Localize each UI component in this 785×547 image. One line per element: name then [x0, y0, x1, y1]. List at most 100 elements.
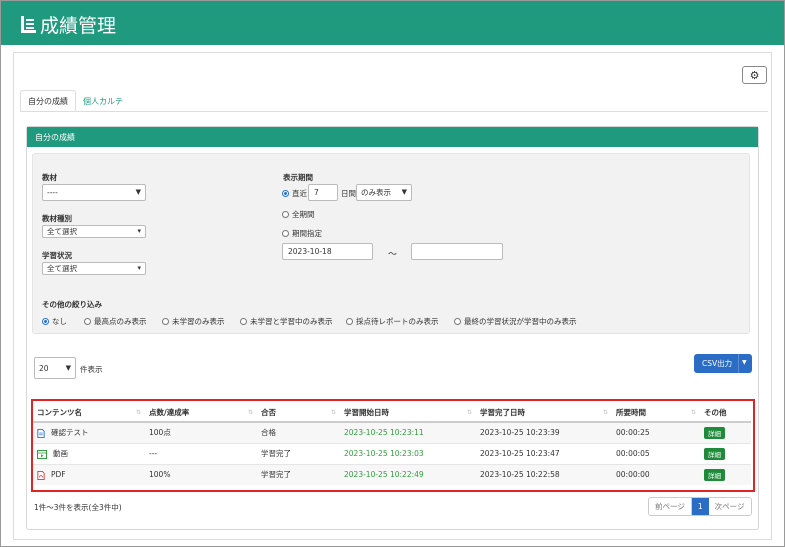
sort-icon: ⇅: [602, 409, 608, 416]
next-page-button[interactable]: 次ページ: [708, 498, 751, 515]
prev-page-button[interactable]: 前ページ: [649, 498, 692, 515]
column-header[interactable]: 点数/達成率 ⇅: [145, 404, 257, 423]
sort-icon: ⇅: [466, 409, 472, 416]
settings-button[interactable]: ⚙: [742, 66, 767, 84]
column-header: その他: [700, 404, 751, 423]
range-tilde: ～: [388, 250, 398, 260]
radio-unselected-icon: [240, 318, 247, 325]
score-cell: ---: [145, 442, 257, 464]
csv-export-button[interactable]: CSV出力 ▼: [694, 354, 752, 373]
study-status-select-value: 全て選択: [47, 264, 77, 273]
result-cell: 合格: [257, 421, 340, 443]
column-header[interactable]: 所要時間 ⇅: [612, 404, 700, 423]
narrow-option-unstudied[interactable]: 未学習のみ表示: [162, 316, 225, 327]
action-cell: 詳細: [700, 463, 751, 485]
table-row: 動画 --- 学習完了 2023-10-25 10:23:03 2023-10-…: [33, 442, 751, 464]
sort-icon: ⇅: [247, 409, 253, 416]
narrow-option-last-in-progress[interactable]: 最終の学習状況が学習中のみ表示: [454, 316, 577, 327]
recent-days-input[interactable]: 7: [308, 184, 338, 201]
column-header-label: その他: [704, 408, 727, 417]
grade-list-icon: [21, 16, 36, 33]
narrow-label: その他の絞り込み: [42, 300, 102, 309]
material-label: 教材: [42, 173, 57, 182]
column-header-label: 点数/達成率: [149, 408, 190, 417]
column-header[interactable]: 学習完了日時 ⇅: [476, 404, 612, 423]
material-select-value: ----: [47, 188, 58, 197]
material-type-select[interactable]: 全て選択 ▾: [42, 225, 146, 238]
end-time-cell: 2023-10-25 10:22:58: [476, 463, 612, 485]
period-mode-select[interactable]: のみ表示 ▼: [356, 184, 412, 201]
narrow-option-unstudied-in-progress[interactable]: 未学習と学習中のみ表示: [240, 316, 333, 327]
video-icon: [37, 449, 47, 459]
column-header-label: 学習完了日時: [480, 408, 525, 417]
column-header[interactable]: 合否 ⇅: [257, 404, 340, 423]
narrow-option-label: 最高点のみ表示: [94, 317, 147, 326]
material-select[interactable]: ---- ▼: [42, 184, 146, 201]
content-name: 確認テスト: [51, 428, 89, 438]
start-time-cell: 2023-10-25 10:23:03: [340, 442, 476, 464]
chevron-down-icon: ▾: [137, 227, 141, 235]
chevron-down-icon: ▼: [65, 364, 71, 372]
column-header-label: コンテンツ名: [37, 408, 82, 417]
radio-unselected-icon: [346, 318, 353, 325]
period-label: 表示期間: [283, 173, 313, 182]
duration-cell: 00:00:00: [612, 463, 700, 485]
per-page-select[interactable]: 20 ▼: [34, 357, 76, 379]
narrow-option-none[interactable]: なし: [42, 316, 67, 327]
pdf-icon: [37, 470, 45, 480]
gear-icon: ⚙: [749, 68, 760, 82]
narrow-option-pending-report[interactable]: 採点待レポートのみ表示: [346, 316, 439, 327]
per-page-select-value: 20: [39, 363, 49, 373]
radio-unselected-icon: [282, 230, 289, 237]
per-page-suffix: 件表示: [80, 365, 103, 374]
column-header[interactable]: コンテンツ名 ⇅: [33, 404, 145, 423]
start-time-cell: 2023-10-25 10:22:49: [340, 463, 476, 485]
results-table: コンテンツ名 ⇅ 点数/達成率 ⇅ 合否 ⇅ 学習開始日時 ⇅ 学習完了日時 ⇅ 所要時間…: [33, 404, 751, 485]
study-status-select[interactable]: 全て選択 ▾: [42, 262, 146, 275]
period-specify-label: 期間指定: [292, 229, 322, 238]
button-divider: [738, 354, 739, 373]
radio-unselected-icon: [162, 318, 169, 325]
current-page-button[interactable]: 1: [691, 498, 709, 515]
detail-button[interactable]: 詳細: [704, 447, 725, 460]
tab-divider: [20, 111, 768, 112]
action-cell: 詳細: [700, 421, 751, 443]
radio-selected-icon: [282, 190, 289, 197]
period-recent-label: 直近: [292, 189, 307, 198]
tab-personal-record[interactable]: 個人カルテ: [76, 90, 130, 112]
detail-button[interactable]: 詳細: [704, 426, 725, 439]
action-cell: 詳細: [700, 442, 751, 464]
panel-title: 自分の成績: [27, 127, 758, 147]
column-header-label: 学習開始日時: [344, 408, 389, 417]
table-row: PDF 100% 学習完了 2023-10-25 10:22:49 2023-1…: [33, 463, 751, 485]
period-recent-radio[interactable]: 直近: [282, 188, 307, 199]
period-all-radio[interactable]: 全期間: [282, 209, 315, 220]
to-date-input[interactable]: [411, 243, 503, 260]
content-name-cell[interactable]: PDF: [33, 463, 145, 485]
column-header[interactable]: 学習開始日時 ⇅: [340, 404, 476, 423]
period-specify-radio[interactable]: 期間指定: [282, 228, 322, 239]
material-type-select-value: 全て選択: [47, 227, 77, 236]
radio-unselected-icon: [282, 211, 289, 218]
end-time-cell: 2023-10-25 10:23:47: [476, 442, 612, 464]
period-all-label: 全期間: [292, 210, 315, 219]
sort-icon: ⇅: [690, 409, 696, 416]
narrow-option-label: 採点待レポートのみ表示: [356, 317, 439, 326]
result-summary: 1件～3件を表示(全3件中): [34, 503, 122, 512]
from-date-input[interactable]: 2023-10-18: [282, 243, 373, 260]
content-name-cell[interactable]: 動画: [33, 442, 145, 464]
content-name: PDF: [51, 470, 66, 479]
column-header-label: 合否: [261, 408, 276, 417]
score-cell: 100点: [145, 421, 257, 443]
table-header-row: コンテンツ名 ⇅ 点数/達成率 ⇅ 合否 ⇅ 学習開始日時 ⇅ 学習完了日時 ⇅ 所要時間…: [33, 404, 751, 423]
content-name-cell[interactable]: 確認テスト: [33, 421, 145, 443]
narrow-option-best-score[interactable]: 最高点のみ表示: [84, 316, 147, 327]
duration-cell: 00:00:25: [612, 421, 700, 443]
tab-my-grades[interactable]: 自分の成績: [20, 90, 76, 112]
csv-export-label: CSV出力: [702, 359, 733, 368]
start-time-cell: 2023-10-25 10:23:11: [340, 421, 476, 443]
document-icon: [37, 428, 45, 438]
chevron-down-icon: ▼: [135, 188, 141, 196]
period-mode-select-value: のみ表示: [361, 188, 391, 197]
detail-button[interactable]: 詳細: [704, 468, 725, 481]
